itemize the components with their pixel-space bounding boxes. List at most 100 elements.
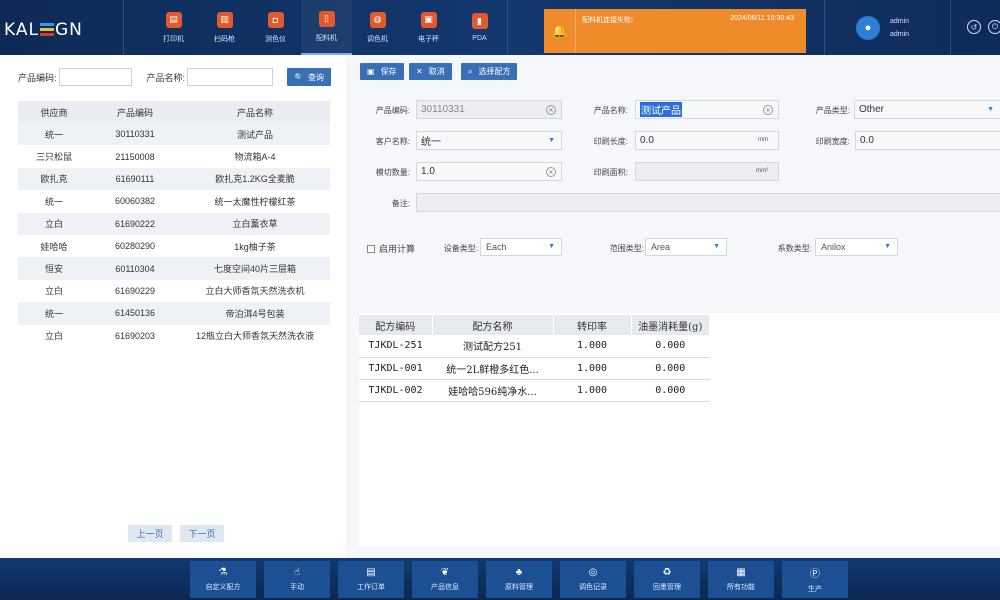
tool-pda[interactable]: ▮ PDA [454,0,505,55]
cell-supplier: 娃哈哈 [40,241,68,252]
product-row[interactable]: 统一 30110331 测试产品 [18,123,330,146]
enable-calc-checkbox[interactable]: 启用计算 [367,242,415,255]
print-length-field[interactable]: 0.0 mm [635,131,779,150]
nav-sprout[interactable]: ♣ 原料管理 [486,561,552,598]
print-width-label: 印刷宽度: [815,137,850,146]
nav-grid[interactable]: ▦ 所有功能 [708,561,774,598]
enable-calc-label: 启用计算 [379,244,416,254]
tool-label: 扫码枪 [214,35,235,43]
dispenser-icon: ▯ [318,10,335,27]
device-type-value: Each [486,242,507,252]
range-type-select[interactable]: Area ▼ [645,238,727,256]
user-name-line1: admin [890,18,910,25]
customer-value: 统一 [421,137,441,148]
settings-icon[interactable]: ↺ [967,20,981,34]
range-type-label: 范围类型: [609,244,644,253]
nav-order[interactable]: ▤ 工作订单 [338,561,404,598]
colorimeter-icon: ◘ [267,11,284,28]
product-row[interactable]: 立白 61690229 立白大师香氛天然洗衣机 [18,280,330,302]
nav-recycle[interactable]: ♻ 回墨管理 [634,561,700,598]
header-divider [950,0,951,55]
tool-printer[interactable]: ▤ 打印机 [148,0,199,55]
user-info[interactable]: ● admin admin [856,15,909,41]
remark-field[interactable] [416,193,1000,212]
tool-colorimeter[interactable]: ◘ 测色仪 [250,0,301,55]
tool-label: 配料机 [316,34,337,42]
tool-scale[interactable]: ▣ 电子秤 [403,0,454,55]
next-page-button[interactable]: 下一页 [180,525,224,542]
product-name-search-input[interactable] [187,68,274,86]
cell-product-name: 物流箱A-4 [234,152,276,163]
product-row[interactable]: 三只松鼠 21150008 物流箱A-4 [18,145,330,167]
device-type-select[interactable]: Each ▼ [480,238,562,256]
pda-icon: ▮ [471,13,488,29]
product-form: 产品编码: 30110331 ✕ 产品名称: 测试产品 ✕ 产品类型: Other ▼… [346,86,1000,300]
product-row[interactable]: 立白 61690222 立白薰衣草 [18,212,330,235]
cell-ink-consumption: 0.000 [631,357,710,380]
prev-page-button[interactable]: 上一页 [128,525,172,542]
product-name-field[interactable]: 测试产品 ✕ [635,100,779,119]
cell-product-code: 60110304 [90,257,180,280]
product-type-select[interactable]: Other ▼ [854,100,1000,119]
clear-icon[interactable]: ✕ [763,105,773,115]
recipe-row[interactable]: TJKDL-251 测试配方251 1.000 0.000 [359,335,710,358]
logo-text-suffix: GN [54,20,83,40]
tool-scanner[interactable]: ▥ 扫码枪 [199,0,250,55]
nav-label: 手动 [290,584,304,591]
tool-dispenser[interactable]: ▯ 配料机 [301,0,352,55]
cut-count-field[interactable]: 1.0 ✕ [416,162,562,181]
cell-product-code: 61690222 [90,212,180,235]
product-code-search-input[interactable] [58,68,132,86]
logo-e-mark [39,23,54,36]
print-width-field[interactable]: 0.0 [855,131,1000,150]
cell-supplier: 欧扎克 [18,167,90,191]
clear-icon[interactable]: ✕ [546,105,556,115]
product-row[interactable]: 娃哈哈 60280290 1kg柚子茶 [18,235,330,257]
product-row[interactable]: 立白 61690203 12瓶立白大师香氛天然洗衣液 [18,325,330,347]
chevron-down-icon: ▼ [548,137,555,144]
query-button-label: 查询 [308,72,325,82]
order-icon: ▤ [366,567,376,578]
recipe-row[interactable]: TJKDL-001 统一2L鲜橙多红色... 1.000 0.000 [359,357,710,380]
nav-palette[interactable]: ◎ 调色记录 [560,561,626,598]
coef-type-select[interactable]: Anilox ▼ [815,238,898,256]
save-button[interactable]: ▣ 保存 [360,63,404,80]
bell-icon: 🔔 [544,9,576,53]
clear-icon[interactable]: ✕ [546,167,556,177]
customer-select[interactable]: 统一 ▼ [416,131,562,150]
nav-leaf[interactable]: ❦ 产品信息 [412,561,478,598]
power-icon[interactable]: ⏻ [988,20,1000,34]
tool-mixer[interactable]: ◍ 调色机 [352,0,403,55]
nav-label: 回墨管理 [653,584,681,591]
nav-production[interactable]: Ⓟ 生产 [782,561,848,598]
cell-product-code: 61690229 [114,285,156,296]
mixer-icon: ◍ [369,11,386,28]
bottom-nav: ⚗ 自定义配方 ☝ 手动 ▤ 工作订单 ❦ 产品信息 ♣ 原料管理 ◎ 调色记录 ♻ 回墨管理 ▦ 所有功能 Ⓟ… [190,561,856,598]
query-button[interactable]: 🔍 查询 [287,68,332,86]
chevron-down-icon: ▼ [548,243,555,250]
select-recipe-label: 选择配方 [478,67,511,76]
connection-alert[interactable]: 🔔 配料机连接失败! 2024/06/11 10:30:43 [544,9,806,53]
product-row[interactable]: 统一 61450136 帝泊洱4号包装 [18,302,330,325]
cell-product-code: 30110331 [90,123,180,146]
cell-product-name: 1kg柚子茶 [234,241,276,252]
nav-flask[interactable]: ⚗ 自定义配方 [190,561,256,598]
nav-hand[interactable]: ☝ 手动 [264,561,330,598]
cell-recipe-name: 统一2L鲜橙多红色... [432,357,553,380]
recipe-row[interactable]: TJKDL-002 娃哈哈596纯净水... 1.000 0.000 [359,379,710,402]
cell-ink-consumption: 0.000 [631,379,710,402]
tool-label: 打印机 [163,35,184,43]
product-table-header: 供应商 产品编码 产品名称 [18,101,330,123]
product-row[interactable]: 欧扎克 61690111 欧扎克1.2KG全麦脆 [18,167,330,191]
alert-time: 2024/06/11 10:30:43 [730,15,794,22]
leaf-icon: ❦ [440,567,450,578]
print-area-field: mm² [635,162,779,181]
select-recipe-button[interactable]: ⌕ 选择配方 [461,63,518,80]
cell-supplier: 统一 [18,302,90,325]
cancel-button[interactable]: ✕ 取消 [409,63,452,80]
product-row[interactable]: 统一 60060382 统一太魔性柠檬红茶 [18,190,330,212]
cell-product-name: 统一太魔性柠檬红茶 [214,196,296,207]
nav-label: 产品信息 [431,584,459,591]
product-row[interactable]: 恒安 60110304 七度空间40片三层箱 [18,257,330,280]
checkbox-box[interactable] [367,244,375,253]
